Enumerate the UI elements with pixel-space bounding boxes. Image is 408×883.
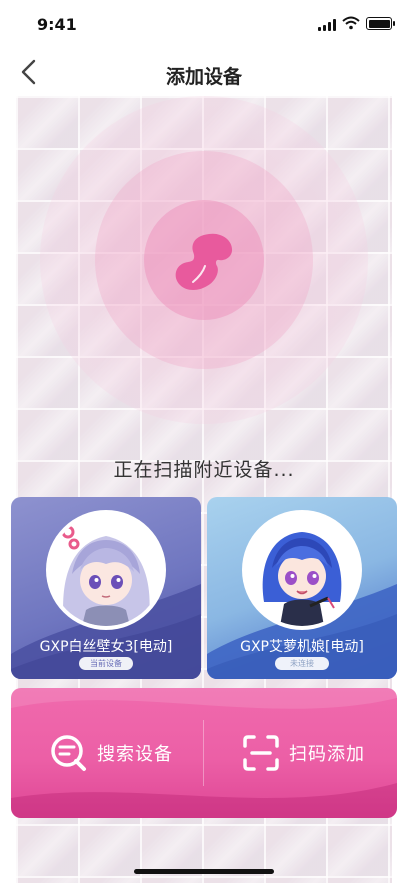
device-avatar [46,510,166,630]
add-device-screen: 9:41 添加设备 正在扫描附近设备... GXP白丝壁女3[电动] 当前设备 … [0,0,408,883]
device-name: GXP白丝壁女3[电动] [39,639,173,655]
search-list-icon [51,735,86,771]
wifi-icon [342,16,360,30]
device-status-badge: 当前设备 [79,657,133,670]
anime-girl-lavender-avatar [50,514,162,626]
action-divider [203,720,204,786]
scan-status-text: 正在扫描附近设备... [113,459,295,481]
status-time: 9:41 [37,15,77,34]
status-bar: 9:41 [0,0,408,50]
scan-qr-button[interactable]: 扫码添加 [241,718,365,788]
device-card-1[interactable]: GXP白丝壁女3[电动] 当前设备 [11,497,201,679]
bluetooth-logo-icon [175,233,233,290]
scan-qr-icon [243,735,279,771]
battery-icon [366,17,395,30]
nav-bar: 添加设备 [0,50,408,96]
device-name: GXP艾萝机娘[电动] [240,639,364,655]
device-card-2[interactable]: GXP艾萝机娘[电动] 未连接 [207,497,397,679]
page-title: 添加设备 [165,66,242,88]
search-device-button[interactable]: 搜索设备 [49,718,173,788]
anime-girl-blue-avatar [246,514,358,626]
search-device-label: 搜索设备 [97,744,173,765]
device-status-badge: 未连接 [275,657,329,670]
device-avatar [242,510,362,630]
home-indicator [134,869,274,874]
action-panel: 搜索设备 扫码添加 [11,688,397,818]
signal-icon [318,19,338,31]
scan-qr-label: 扫码添加 [289,744,365,765]
